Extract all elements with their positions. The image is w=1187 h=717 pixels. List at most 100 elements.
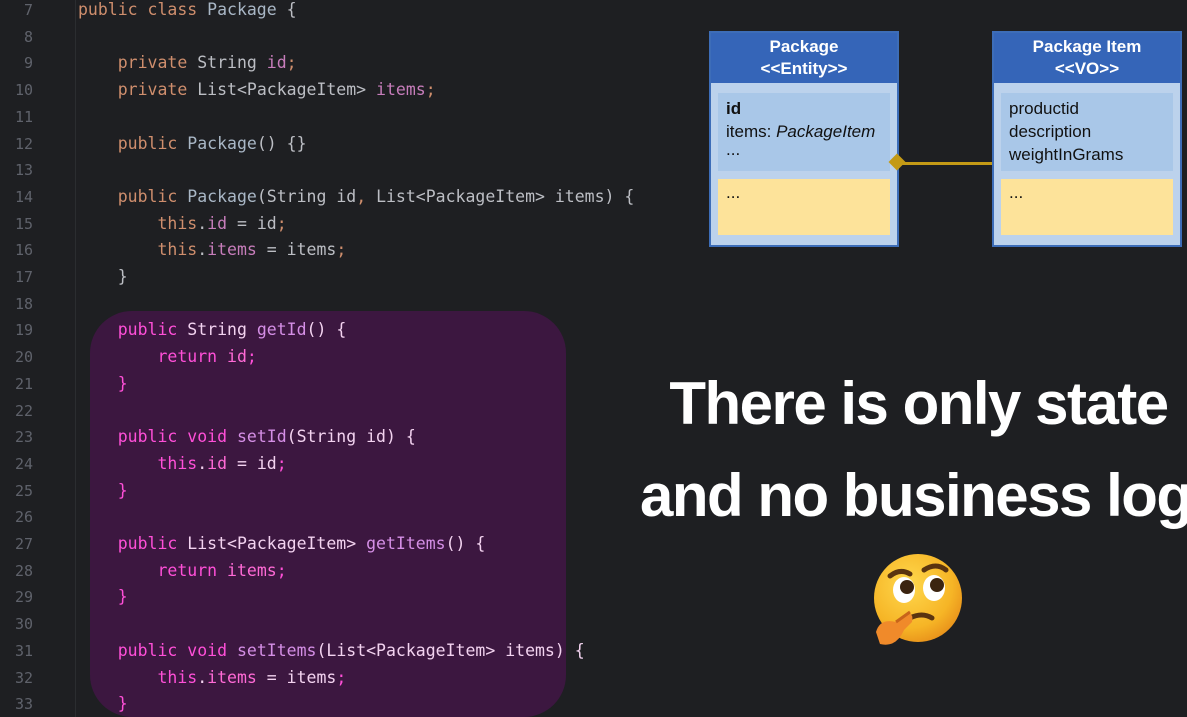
line-number: 31 — [14, 641, 33, 660]
line-number: 18 — [14, 294, 33, 313]
line-number: 17 — [14, 268, 33, 286]
code-text[interactable]: return items; — [78, 558, 286, 584]
headline-line-1: There is only state — [669, 370, 1169, 437]
code-line: 8 — [0, 24, 640, 50]
code-line: 26 — [0, 504, 640, 530]
code-text[interactable]: } — [78, 264, 128, 290]
code-line: 28 return items; — [0, 558, 640, 584]
line-number: 13 — [14, 161, 33, 180]
line-number: 23 — [14, 428, 33, 447]
uml-attr-items-label: items: — [726, 122, 777, 141]
uml-attr-description: description — [1009, 122, 1092, 141]
uml-package-attr-items: items: PackageItem — [726, 120, 882, 143]
uml-package-attr-id: id — [726, 99, 742, 118]
code-line: 16 this.items = items; — [0, 237, 640, 263]
code-text[interactable]: this.items = items; — [78, 237, 346, 263]
uml-attr-weight: weightInGrams — [1009, 145, 1124, 164]
line-number: 29 — [14, 588, 33, 607]
code-line: 9 private String id; — [0, 50, 640, 76]
code-line: 27 public List<PackageItem> getItems() { — [0, 531, 640, 557]
code-line: 13 — [0, 157, 640, 183]
thinking-face-icon — [874, 554, 962, 645]
uml-package-attr-more: ... — [726, 140, 741, 159]
code-text[interactable]: private List<PackageItem> items; — [78, 77, 436, 103]
code-text[interactable]: this.id = id; — [78, 451, 286, 477]
uml-package-header: Package <<Entity>> — [711, 33, 897, 83]
code-line: 31 public void setItems(List<PackageItem… — [0, 638, 640, 664]
line-number: 14 — [14, 187, 33, 206]
code-text[interactable]: private String id; — [78, 50, 297, 76]
code-line: 20 return id; — [0, 344, 640, 370]
code-line: 19 public String getId() { — [0, 317, 640, 343]
code-line: 23 public void setId(String id) { — [0, 424, 640, 450]
uml-package-operations: ... — [718, 179, 890, 235]
code-line: 32 this.items = items; — [0, 665, 640, 691]
line-number: 27 — [14, 535, 33, 553]
uml-attr-productid: productid — [1009, 99, 1079, 118]
line-number: 32 — [14, 668, 33, 687]
uml-package-attributes: id items: PackageItem ... — [718, 93, 890, 171]
code-line: 22 — [0, 398, 640, 424]
code-line: 10 private List<PackageItem> items; — [0, 77, 640, 103]
line-number: 10 — [14, 81, 33, 100]
line-number: 28 — [14, 561, 33, 580]
code-editor[interactable]: 7 public class Package { 8 9 private String… — [0, 0, 640, 717]
code-text[interactable]: this.id = id; — [78, 211, 286, 237]
uml-package-item-name: Package Item — [1032, 37, 1142, 56]
uml-class-package: Package <<Entity>> id items: PackageItem… — [709, 31, 899, 247]
line-number: 21 — [14, 374, 33, 393]
code-line: 21 } — [0, 371, 640, 397]
code-text[interactable]: this.items = items; — [78, 665, 346, 691]
line-number: 26 — [14, 508, 33, 527]
line-number: 22 — [14, 401, 33, 420]
uml-attr-items-type: PackageItem — [776, 122, 876, 141]
uml-association-line — [898, 162, 992, 165]
line-number: 8 — [23, 27, 33, 46]
uml-package-item-stereotype: <<VO>> — [1054, 59, 1120, 78]
code-text[interactable]: } — [78, 691, 128, 717]
uml-package-item-attributes: productid description weightInGrams — [1001, 93, 1173, 171]
code-text[interactable]: } — [78, 478, 128, 504]
line-number: 9 — [23, 54, 33, 73]
line-number: 12 — [14, 134, 33, 153]
line-number: 11 — [14, 107, 33, 126]
code-text[interactable]: public List<PackageItem> getItems() { — [78, 531, 486, 557]
uml-package-item-operations: ... — [1001, 179, 1173, 235]
code-line: 33 } — [0, 691, 640, 717]
line-number: 16 — [14, 241, 33, 260]
line-number: 20 — [14, 348, 33, 367]
code-text[interactable]: public Package() {} — [78, 131, 307, 157]
code-line: 17 } — [0, 264, 640, 290]
code-text[interactable]: public class Package { — [78, 0, 297, 23]
line-number: 19 — [14, 321, 33, 340]
line-number: 15 — [14, 214, 33, 233]
code-line: 18 — [0, 291, 640, 317]
uml-package-stereotype: <<Entity>> — [760, 59, 848, 78]
uml-class-package-item: Package Item <<VO>> productid descriptio… — [992, 31, 1182, 247]
uml-package-name: Package — [769, 37, 839, 56]
line-number: 24 — [14, 454, 33, 473]
line-number: 25 — [14, 481, 33, 500]
code-text[interactable]: } — [78, 371, 128, 397]
line-number: 30 — [14, 615, 33, 634]
line-number: 7 — [23, 1, 33, 19]
code-text[interactable]: public String getId() { — [78, 317, 347, 343]
code-text[interactable]: return id; — [78, 344, 256, 370]
code-text[interactable]: public void setId(String id) { — [78, 424, 416, 450]
code-text[interactable]: } — [78, 584, 128, 610]
code-line: 29 } — [0, 584, 640, 610]
uml-package-item-header: Package Item <<VO>> — [994, 33, 1180, 83]
line-number: 33 — [14, 695, 33, 714]
code-line: 30 — [0, 611, 640, 637]
code-line: 14 public Package(String id, List<Packag… — [0, 184, 640, 210]
code-line: 7 public class Package { — [0, 0, 640, 23]
code-text[interactable]: public Package(String id, List<PackageIt… — [78, 184, 635, 210]
headline-line-2: and no business logic — [640, 462, 1187, 529]
code-line: 15 this.id = id; — [0, 211, 640, 237]
code-line: 24 this.id = id; — [0, 451, 640, 477]
code-line: 25 } — [0, 478, 640, 504]
code-line: 11 — [0, 104, 640, 130]
headline: There is only state and no business logi… — [640, 358, 1187, 542]
code-text[interactable]: public void setItems(List<PackageItem> i… — [78, 638, 585, 664]
code-line: 12 public Package() {} — [0, 131, 640, 157]
